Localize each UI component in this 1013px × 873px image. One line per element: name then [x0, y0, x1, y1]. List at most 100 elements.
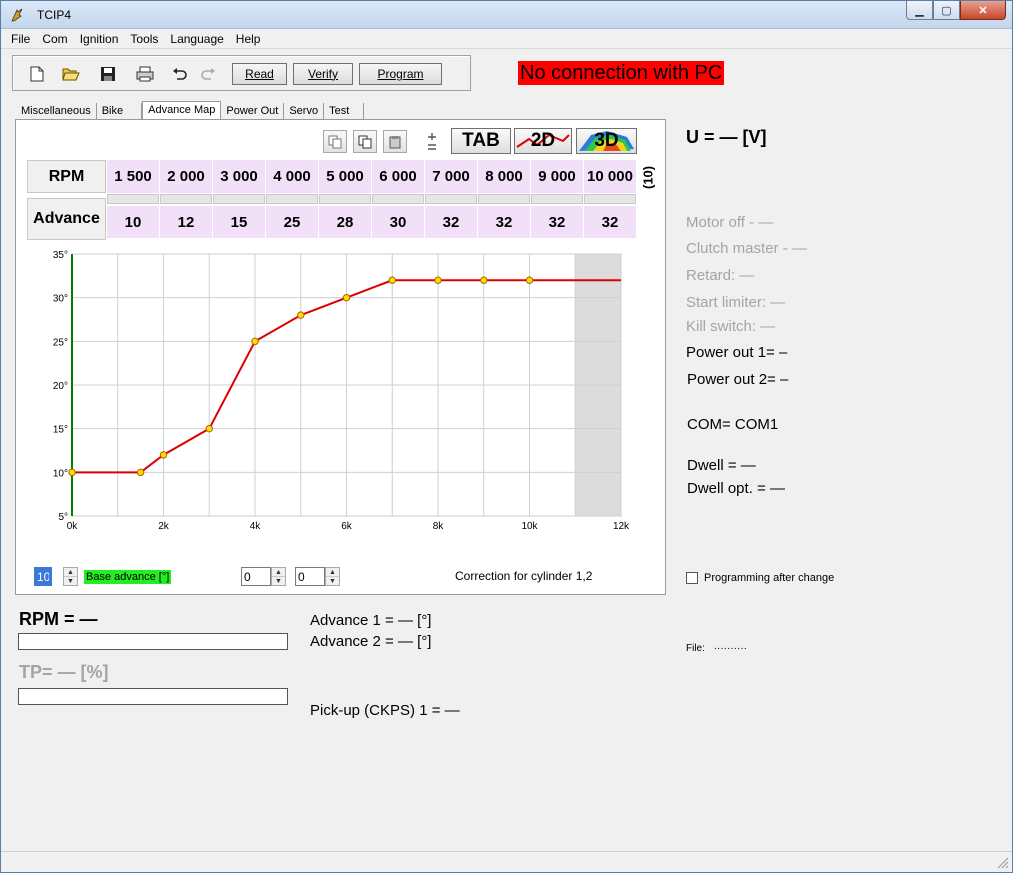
table-separator [107, 194, 159, 204]
tab-test[interactable]: Test [324, 103, 365, 120]
open-folder-icon[interactable] [59, 63, 83, 85]
curve-point [136, 468, 145, 477]
view-2d-button[interactable]: 2D [514, 128, 572, 154]
tp-readout: TP= — [%] [19, 662, 109, 682]
advance-cell[interactable]: 32 [584, 206, 637, 238]
tab-power-out[interactable]: Power Out [221, 103, 285, 120]
save-icon[interactable] [96, 63, 120, 85]
redo-icon[interactable] [196, 63, 220, 85]
spin-up-icon[interactable]: ▲ [326, 568, 339, 577]
status-bar [1, 851, 1012, 872]
copy-icon[interactable] [323, 130, 347, 153]
x-tick-label: 8k [433, 521, 445, 532]
rpm-cell[interactable]: 8 000 [478, 160, 531, 193]
motor-off-status: Motor off - — [686, 214, 774, 231]
rpm-cell[interactable]: 7 000 [425, 160, 478, 193]
menu-file[interactable]: File [11, 32, 30, 46]
dwell-readout: Dwell = — [687, 457, 756, 474]
programming-after-change-checkbox[interactable]: Programming after change [686, 572, 834, 584]
file-label-text: File: [686, 643, 705, 654]
clipboard-icon[interactable] [383, 130, 407, 153]
advance-cell[interactable]: 15 [213, 206, 266, 238]
minimize-icon[interactable]: ▁ [906, 1, 933, 20]
correction-input-2[interactable] [295, 567, 325, 586]
rpm-cell[interactable]: 4 000 [266, 160, 319, 193]
rpm-cell[interactable]: 2 000 [160, 160, 213, 193]
spin-down-icon[interactable]: ▼ [64, 577, 77, 585]
curve-point [251, 337, 259, 346]
menu-com[interactable]: Com [42, 32, 67, 46]
table-separator [266, 194, 318, 204]
correction-spinner-2[interactable]: ▲ ▼ [325, 567, 340, 586]
file-name: ·········· [713, 643, 747, 654]
advance-cell[interactable]: 32 [425, 206, 478, 238]
menu-language[interactable]: Language [170, 32, 223, 46]
view-tab-button[interactable]: TAB [451, 128, 511, 154]
rpm-bar [18, 633, 288, 650]
plus-minus-icon[interactable] [420, 130, 444, 153]
menu-bar: File Com Ignition Tools Language Help [1, 29, 1012, 49]
power-out-1-status: Power out 1= – [686, 344, 788, 361]
program-button[interactable]: Program [359, 63, 442, 85]
table-separator [372, 194, 424, 204]
spin-down-icon[interactable]: ▼ [326, 577, 339, 585]
x-tick-label: 12k [613, 521, 630, 532]
tab-miscellaneous[interactable]: Miscellaneous [16, 103, 97, 120]
advance-cell[interactable]: 25 [266, 206, 319, 238]
view-3d-button[interactable]: 3D [576, 128, 637, 154]
rpm-cell[interactable]: 1 500 [107, 160, 160, 193]
table-separator [531, 194, 583, 204]
new-file-icon[interactable] [25, 63, 49, 85]
table-separator [213, 194, 265, 204]
rpm-cell[interactable]: 10 000 [584, 160, 637, 193]
x-tick-label: 4k [250, 521, 262, 532]
rpm-cell[interactable]: 9 000 [531, 160, 584, 193]
print-icon[interactable] [133, 63, 157, 85]
advance-2-readout: Advance 2 = — [°] [310, 633, 432, 650]
curve-point [205, 424, 213, 433]
title-bar: TCIP4 ▁ ▢ ✕ [1, 1, 1012, 29]
view-3d-label: 3D [594, 130, 619, 151]
verify-button[interactable]: Verify [293, 63, 353, 85]
menu-help[interactable]: Help [236, 32, 261, 46]
correction-spinner-1[interactable]: ▲ ▼ [271, 567, 286, 586]
power-out-2-status: Power out 2= – [687, 371, 789, 388]
spin-up-icon[interactable]: ▲ [272, 568, 285, 577]
paste-icon[interactable] [353, 130, 377, 153]
correction-input-1[interactable] [241, 567, 271, 586]
advance-cell[interactable]: 12 [160, 206, 213, 238]
advance-cell[interactable]: 28 [319, 206, 372, 238]
rpm-cell[interactable]: 3 000 [213, 160, 266, 193]
start-limiter-status: Start limiter: — [686, 294, 786, 311]
tab-advance-map[interactable]: Advance Map [142, 101, 222, 121]
close-icon[interactable]: ✕ [960, 1, 1006, 20]
window-controls: ▁ ▢ ✕ [906, 1, 1006, 21]
maximize-icon[interactable]: ▢ [933, 1, 960, 20]
curve-point [388, 276, 396, 284]
undo-icon[interactable] [168, 63, 192, 85]
spin-up-icon[interactable]: ▲ [64, 568, 77, 577]
checkbox-box[interactable] [686, 572, 698, 584]
kill-switch-status: Kill switch: — [686, 318, 776, 335]
y-tick-label: 15° [53, 425, 68, 436]
point-count: (10) [640, 165, 656, 189]
base-advance-input[interactable] [34, 567, 52, 586]
rpm-cell[interactable]: 6 000 [372, 160, 425, 193]
menu-tools[interactable]: Tools [130, 32, 158, 46]
curve-point [297, 311, 305, 319]
base-advance-spinner[interactable]: ▲ ▼ [63, 567, 78, 586]
advance-cell[interactable]: 10 [107, 206, 160, 238]
resize-grip-icon[interactable] [997, 857, 1009, 869]
program-button-label: Program [377, 67, 424, 81]
rpm-readout: RPM = — [19, 609, 98, 629]
rpm-cell[interactable]: 5 000 [319, 160, 372, 193]
tab-servo[interactable]: Servo [284, 103, 325, 120]
advance-cell[interactable]: 30 [372, 206, 425, 238]
spin-down-icon[interactable]: ▼ [272, 577, 285, 585]
read-button[interactable]: Read [232, 63, 287, 85]
tab-bike[interactable]: Bike [97, 103, 143, 120]
advance-cell[interactable]: 32 [531, 206, 584, 238]
menu-ignition[interactable]: Ignition [80, 32, 119, 46]
table-separator [425, 194, 477, 204]
advance-cell[interactable]: 32 [478, 206, 531, 238]
